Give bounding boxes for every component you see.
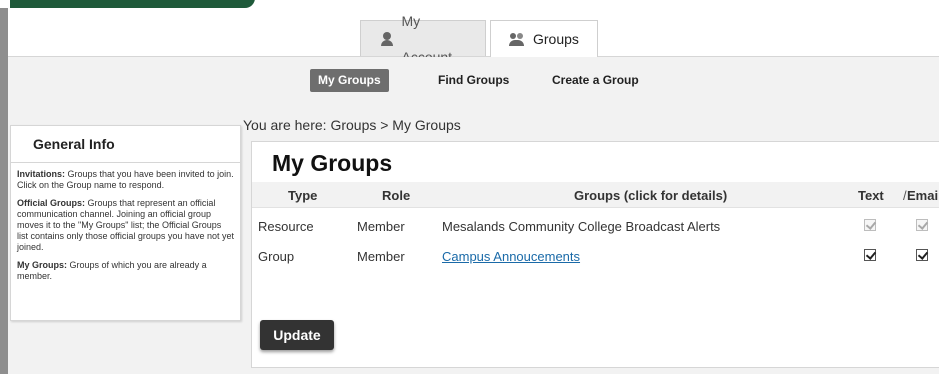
info-official-groups: Official Groups: Groups that represent a… — [17, 198, 234, 253]
column-header-email: Email — [907, 188, 939, 203]
cell-role: Member — [357, 219, 405, 234]
cell-role: Member — [357, 249, 405, 264]
info-invitations: Invitations: Groups that you have been i… — [17, 169, 234, 191]
cell-group-name: Campus Annoucements — [442, 249, 580, 264]
table-row: Resource Member Mesalands Community Coll… — [252, 213, 939, 241]
cell-type: Group — [258, 249, 295, 264]
email-alert-checkbox-cell — [916, 219, 928, 234]
account-tabs-bar: My Account Groups — [8, 8, 939, 65]
cell-group-name: Mesalands Community College Broadcast Al… — [442, 219, 721, 234]
update-button[interactable]: Update — [260, 320, 334, 350]
subnav-my-groups[interactable]: My Groups — [310, 69, 389, 92]
info-term: Invitations: — [17, 169, 66, 179]
tab-groups[interactable]: Groups — [490, 20, 598, 57]
column-header-groups: Groups (click for details) — [574, 188, 728, 203]
my-groups-panel: My Groups Type Role Groups (click for de… — [251, 141, 939, 368]
general-info-title: General Info — [33, 136, 115, 152]
page-title: My Groups — [272, 150, 393, 176]
group-link[interactable]: Campus Annoucements — [442, 249, 580, 264]
text-alert-checkbox[interactable] — [864, 249, 876, 261]
groups-subnav: My Groups Find Groups Create a Group — [8, 57, 939, 101]
column-header-text: Text — [858, 188, 884, 203]
subnav-create-group[interactable]: Create a Group — [552, 69, 639, 92]
info-term: Official Groups: — [17, 198, 86, 208]
text-alert-checkbox — [864, 219, 876, 231]
group-icon — [509, 31, 525, 47]
column-header-role: Role — [382, 188, 411, 203]
column-header-type: Type — [288, 188, 318, 203]
person-icon — [379, 31, 394, 47]
email-alert-checkbox — [916, 219, 928, 231]
email-alert-checkbox[interactable] — [916, 249, 928, 261]
email-alert-checkbox-cell — [916, 249, 928, 264]
table-row: Group Member Campus Annoucements — [252, 243, 939, 271]
general-info-panel: General Info Invitations: Groups that yo… — [10, 125, 241, 321]
breadcrumb: You are here: Groups > My Groups — [243, 117, 461, 133]
text-alert-checkbox-cell — [864, 219, 876, 234]
info-my-groups: My Groups: Groups of which you are alrea… — [17, 260, 234, 282]
tab-my-account[interactable]: My Account — [360, 13, 486, 65]
logo — [10, 0, 255, 8]
table-header: Type Role Groups (click for details) Tex… — [252, 182, 939, 208]
cell-type: Resource — [258, 219, 314, 234]
info-term: My Groups: — [17, 260, 68, 270]
site-header — [0, 0, 939, 8]
subnav-find-groups[interactable]: Find Groups — [438, 69, 509, 92]
tab-groups-label: Groups — [533, 31, 579, 47]
page: My Account Groups My Groups Find Groups … — [0, 0, 939, 374]
left-edge — [0, 8, 8, 374]
general-info-body: Invitations: Groups that you have been i… — [11, 163, 240, 282]
text-alert-checkbox-cell — [864, 249, 876, 264]
